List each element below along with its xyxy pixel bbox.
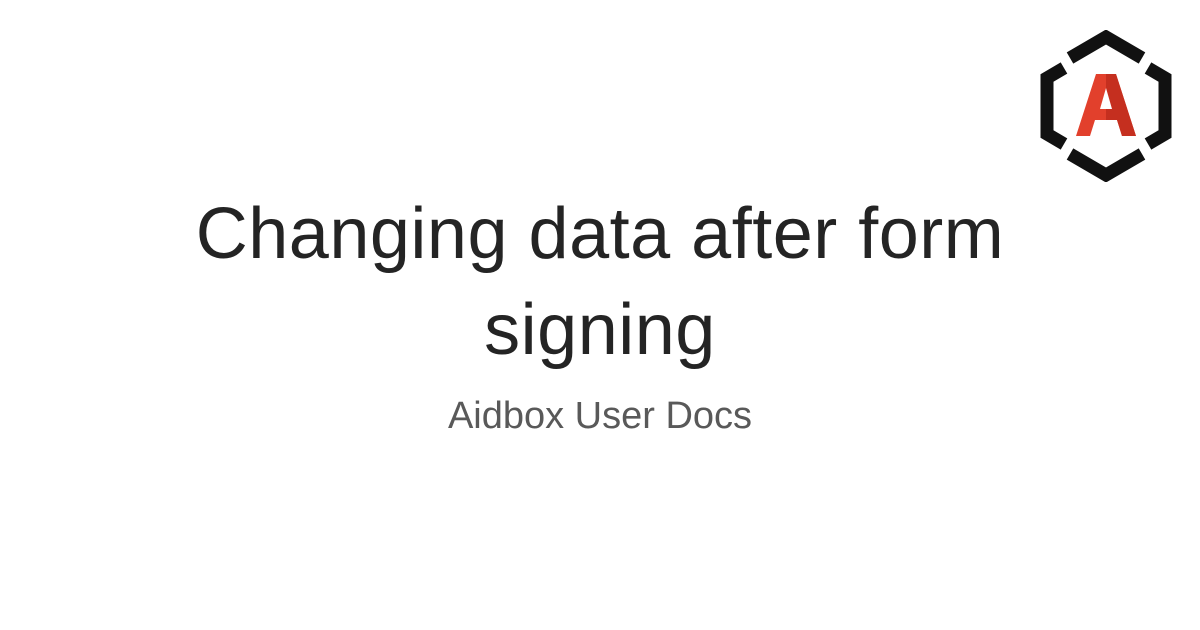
logo-frame-top	[1066, 30, 1146, 64]
site-name: Aidbox User Docs	[447, 395, 753, 437]
social-preview-card: Changing data after form signing Aidbox …	[0, 0, 1200, 630]
logo-letter-a	[1076, 74, 1136, 136]
logo-frame-right	[1144, 62, 1172, 150]
page-title: Changing data after form signing	[195, 194, 1005, 370]
logo-frame-left	[1040, 62, 1068, 150]
aidbox-hexagon-logo-icon	[1040, 30, 1172, 182]
aidbox-logo-icon	[1040, 30, 1172, 182]
logo-frame-bottom	[1066, 148, 1146, 182]
